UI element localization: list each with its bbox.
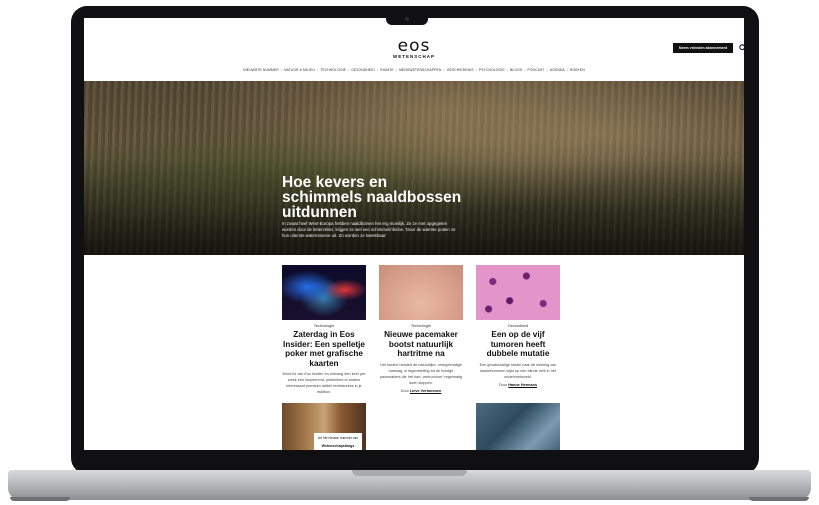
nav-item[interactable]: PODCAST <box>527 68 544 72</box>
article-excerpt: Het toestel herstelt de natuurlijke, onr… <box>379 362 463 385</box>
nav-item[interactable]: GEZONDHEID <box>351 68 375 72</box>
nav-separator: • <box>506 68 508 72</box>
camera-notch <box>386 13 428 25</box>
main-nav: NIEUWSTE NUMMER • NATUUR & MILIEU • TECHNOLO… <box>84 68 744 72</box>
nav-item[interactable]: RUIMTE <box>380 68 394 72</box>
article-category[interactable]: Technologie <box>282 324 366 328</box>
article-title[interactable]: Een op de vijf tumoren heeft dubbele mut… <box>476 330 560 359</box>
nav-item[interactable]: BLOGS <box>510 68 522 72</box>
article-card[interactable]: Technologie Zaterdag in Eos Insider: Een… <box>282 265 366 395</box>
nav-separator: • <box>524 68 526 72</box>
nav-separator: • <box>395 68 398 72</box>
article-card[interactable]: Gezondheid Een op de vijf tumoren heeft … <box>476 265 560 387</box>
nav-separator: • <box>316 68 319 72</box>
author-link[interactable]: Hanne Hermans <box>508 383 537 387</box>
laptop-foot-left <box>10 497 70 501</box>
nav-item[interactable]: MENSWETENSCHAPPEN <box>399 68 441 72</box>
article-excerpt: Word lid van Eos Insider en ontvang één … <box>282 372 366 394</box>
nav-separator: • <box>443 68 445 72</box>
article-card[interactable]: Uit het nieuwe nummer van Wetenschapsblo… <box>282 403 366 450</box>
laptop-opening-notch <box>352 470 467 476</box>
nav-item[interactable]: TECHNOLOGIE <box>320 68 346 72</box>
article-image[interactable] <box>282 265 366 320</box>
hero-banner[interactable]: Hoe kevers en schimmels naaldbossen uitd… <box>84 81 744 255</box>
magazine-tag: Uit het nieuwe nummer van Wetenschapsblo… <box>314 433 362 450</box>
author-prefix: Door <box>400 388 409 393</box>
hero-text: In zowat heel West-Europa hebben naaldbo… <box>282 221 456 238</box>
article-author: Door Lieve Vertommen <box>379 389 463 393</box>
article-author: Door Hanne Hermans <box>476 383 560 387</box>
logo-text: eos <box>397 36 431 56</box>
article-card[interactable] <box>476 403 560 450</box>
article-card[interactable]: Technologie Nieuwe pacemaker bootst natu… <box>379 265 463 393</box>
nav-separator: • <box>566 68 569 72</box>
nav-separator: • <box>546 68 548 72</box>
author-link[interactable]: Lieve Vertommen <box>410 389 441 393</box>
site-header: eos WETENSCHAP Neem vrienden abonnement … <box>84 18 744 81</box>
nav-separator: • <box>347 68 350 72</box>
nav-item[interactable]: NIEUWSTE NUMMER <box>243 68 279 72</box>
article-category[interactable]: Technologie <box>379 324 463 328</box>
tag-title: Wetenschapsblogs <box>321 444 355 448</box>
article-title[interactable]: Nieuwe pacemaker bootst natuurlijk hartr… <box>379 330 463 359</box>
search-icon[interactable] <box>739 44 744 52</box>
author-prefix: Door <box>498 382 508 387</box>
nav-item[interactable]: AGENDA <box>550 68 565 72</box>
article-image[interactable] <box>379 265 463 320</box>
article-image[interactable] <box>476 265 560 320</box>
site-logo[interactable]: eos WETENSCHAP <box>389 38 439 60</box>
article-excerpt: Een grootschalige studie naar de werking… <box>479 362 557 379</box>
nav-item[interactable]: PSYCHOLOGIE <box>479 68 505 72</box>
article-title[interactable]: Zaterdag in Eos Insider: Een spelletje p… <box>282 330 366 368</box>
nav-separator: • <box>280 68 283 72</box>
nav-item[interactable]: BOEKEN <box>570 68 585 72</box>
tag-line: Uit het nieuwe nummer van <box>317 436 359 440</box>
nav-separator: • <box>475 68 477 72</box>
nav-item[interactable]: NATUUR & MILIEU <box>284 68 315 72</box>
nav-item[interactable]: GESCHIEDENIS <box>447 68 474 72</box>
article-image[interactable]: Uit het nieuwe nummer van Wetenschapsblo… <box>282 403 366 450</box>
subscribe-button[interactable]: Neem vrienden abonnement <box>673 43 733 53</box>
article-image[interactable] <box>476 403 560 450</box>
laptop-foot-right <box>749 497 809 501</box>
article-category[interactable]: Gezondheid <box>476 324 560 328</box>
browser-screen: eos WETENSCHAP Neem vrienden abonnement … <box>84 18 744 450</box>
hero-title[interactable]: Hoe kevers en schimmels naaldbossen uitd… <box>282 175 462 221</box>
nav-separator: • <box>376 68 379 72</box>
logo-subtitle: WETENSCHAP <box>392 54 435 59</box>
